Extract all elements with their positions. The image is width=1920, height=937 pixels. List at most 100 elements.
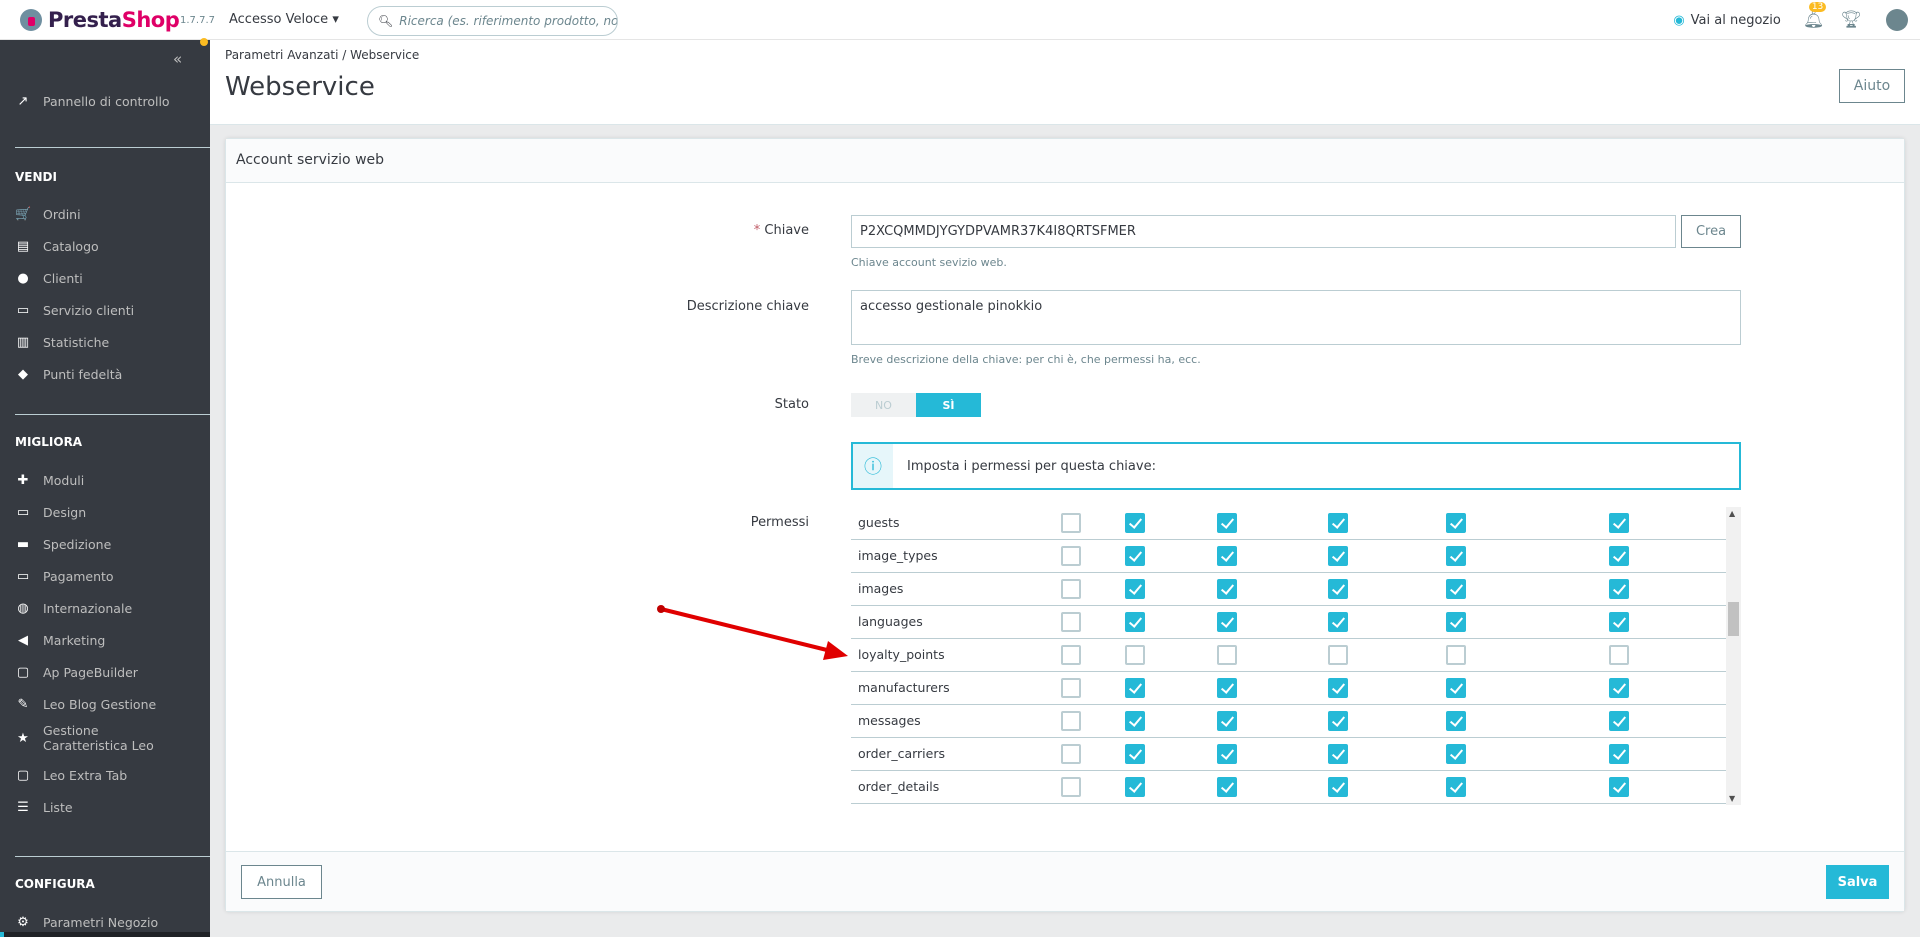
trophy-icon[interactable]: 🏆︎ (1840, 10, 1862, 30)
sidebar-item-ordini[interactable]: 🛒 Ordini (15, 207, 205, 222)
permission-checkbox[interactable] (1061, 711, 1081, 731)
permission-checkbox[interactable] (1446, 579, 1466, 599)
permission-checkbox[interactable] (1217, 711, 1237, 731)
sidebar-item-catalogo[interactable]: ▤ Catalogo (15, 239, 205, 254)
scrollbar[interactable]: ▲ ▼ (1726, 507, 1741, 805)
info-text: Imposta i permessi per questa chiave: (907, 458, 1156, 474)
permission-checkbox[interactable] (1609, 645, 1629, 665)
cancel-button[interactable]: Annulla (241, 865, 322, 899)
description-textarea[interactable]: accesso gestionale pinokkio (851, 290, 1741, 345)
permission-checkbox[interactable] (1125, 612, 1145, 632)
permission-checkbox[interactable] (1125, 744, 1145, 764)
permission-checkbox[interactable] (1328, 513, 1348, 533)
permission-checkbox[interactable] (1446, 546, 1466, 566)
permission-checkbox[interactable] (1328, 777, 1348, 797)
sidebar-item-statistiche[interactable]: ▥ Statistiche (15, 335, 205, 350)
permission-checkbox[interactable] (1217, 744, 1237, 764)
sidebar-item-gestione-caratteristica-leo[interactable]: ★ Gestione Caratteristica Leo (15, 723, 205, 753)
permission-checkbox[interactable] (1217, 645, 1237, 665)
permission-checkbox[interactable] (1328, 744, 1348, 764)
permission-checkbox[interactable] (1061, 678, 1081, 698)
permission-checkbox[interactable] (1446, 711, 1466, 731)
permission-checkbox[interactable] (1217, 579, 1237, 599)
permission-checkbox[interactable] (1328, 579, 1348, 599)
collapse-sidebar-icon[interactable]: « (173, 50, 182, 68)
permission-checkbox[interactable] (1125, 513, 1145, 533)
scroll-down-icon[interactable]: ▼ (1729, 794, 1735, 803)
permission-checkbox[interactable] (1125, 711, 1145, 731)
permission-checkbox[interactable] (1061, 744, 1081, 764)
sidebar-item-dashboard[interactable]: ↗ Pannello di controllo (15, 94, 205, 109)
sidebar-item-leo-extra-tab[interactable]: ▢ Leo Extra Tab (15, 768, 205, 783)
prestashop-logo[interactable]: PrestaShop (20, 8, 180, 32)
sidebar-item-marketing[interactable]: ◀ Marketing (15, 633, 205, 648)
sidebar-item-internazionale[interactable]: ◍ Internazionale (15, 601, 205, 616)
scroll-thumb[interactable] (1728, 602, 1739, 636)
status-yes[interactable]: SÌ (916, 393, 981, 417)
permission-checkbox[interactable] (1061, 546, 1081, 566)
page-title: Webservice (225, 72, 375, 102)
permission-checkbox[interactable] (1328, 612, 1348, 632)
sidebar-item-leo-blog-gestione[interactable]: ✎ Leo Blog Gestione (15, 697, 205, 712)
permission-checkbox[interactable] (1609, 744, 1629, 764)
generate-key-button[interactable]: Crea (1681, 215, 1741, 248)
quick-access-dropdown[interactable]: Accesso Veloce ▾ (229, 12, 339, 27)
permission-checkbox[interactable] (1061, 579, 1081, 599)
permission-checkbox[interactable] (1609, 546, 1629, 566)
sidebar-item-ap-pagebuilder[interactable]: ▢ Ap PageBuilder (15, 665, 205, 680)
sidebar-item-clienti[interactable]: ● Clienti (15, 271, 205, 286)
permission-checkbox[interactable] (1609, 711, 1629, 731)
permission-checkbox[interactable] (1125, 678, 1145, 698)
sidebar-item-punti-fedelt-[interactable]: ◆ Punti fedeltà (15, 367, 205, 382)
permission-checkbox[interactable] (1609, 612, 1629, 632)
permission-checkbox[interactable] (1446, 678, 1466, 698)
permission-checkbox[interactable] (1328, 711, 1348, 731)
status-toggle[interactable]: NO SÌ (851, 393, 981, 417)
avatar[interactable] (1886, 9, 1908, 31)
permission-checkbox[interactable] (1328, 678, 1348, 698)
sidebar-item-label: Leo Extra Tab (43, 768, 128, 783)
sidebar-item-spedizione[interactable]: ▬ Spedizione (15, 537, 205, 552)
breadcrumb-parent[interactable]: Parametri Avanzati (225, 48, 338, 62)
permission-checkbox[interactable] (1125, 645, 1145, 665)
quick-access-label: Accesso Veloce (229, 12, 329, 27)
view-shop-link[interactable]: ◉ Vai al negozio (1673, 13, 1780, 28)
permission-checkbox[interactable] (1609, 579, 1629, 599)
help-button[interactable]: Aiuto (1839, 69, 1905, 103)
permission-checkbox[interactable] (1609, 678, 1629, 698)
permission-checkbox[interactable] (1217, 678, 1237, 698)
permission-row: order_details (851, 771, 1726, 804)
permission-checkbox[interactable] (1609, 513, 1629, 533)
permission-checkbox[interactable] (1446, 645, 1466, 665)
permission-checkbox[interactable] (1061, 612, 1081, 632)
permission-checkbox[interactable] (1217, 513, 1237, 533)
permission-checkbox[interactable] (1609, 777, 1629, 797)
permission-checkbox[interactable] (1446, 513, 1466, 533)
key-input[interactable]: P2XCQMMDJYGYDPVAMR37K4I8QRTSFMER (851, 215, 1676, 248)
permission-checkbox[interactable] (1061, 513, 1081, 533)
sidebar-item-parametri-negozio[interactable]: ⚙ Parametri Negozio (15, 915, 205, 930)
permission-checkbox[interactable] (1328, 645, 1348, 665)
status-no[interactable]: NO (851, 393, 916, 417)
permission-checkbox[interactable] (1217, 777, 1237, 797)
permission-checkbox[interactable] (1061, 777, 1081, 797)
permission-checkbox[interactable] (1061, 645, 1081, 665)
save-button[interactable]: Salva (1826, 865, 1889, 899)
search-input[interactable]: 🔍︎ Ricerca (es. riferimento prodotto, nom… (367, 6, 618, 36)
scroll-up-icon[interactable]: ▲ (1729, 509, 1735, 518)
notifications-button[interactable]: 🔔︎ 13 (1803, 2, 1827, 30)
permission-checkbox[interactable] (1446, 612, 1466, 632)
permission-checkbox[interactable] (1328, 546, 1348, 566)
sidebar-item-servizio-clienti[interactable]: ▭ Servizio clienti (15, 303, 205, 318)
sidebar-item-liste[interactable]: ☰ Liste (15, 800, 205, 815)
permission-checkbox[interactable] (1217, 546, 1237, 566)
permission-checkbox[interactable] (1125, 579, 1145, 599)
permission-checkbox[interactable] (1446, 744, 1466, 764)
sidebar-item-moduli[interactable]: ✚ Moduli (15, 473, 205, 488)
permission-checkbox[interactable] (1446, 777, 1466, 797)
sidebar-item-pagamento[interactable]: ▭ Pagamento (15, 569, 205, 584)
sidebar-item-design[interactable]: ▭ Design (15, 505, 205, 520)
permission-checkbox[interactable] (1125, 777, 1145, 797)
permission-checkbox[interactable] (1125, 546, 1145, 566)
permission-checkbox[interactable] (1217, 612, 1237, 632)
